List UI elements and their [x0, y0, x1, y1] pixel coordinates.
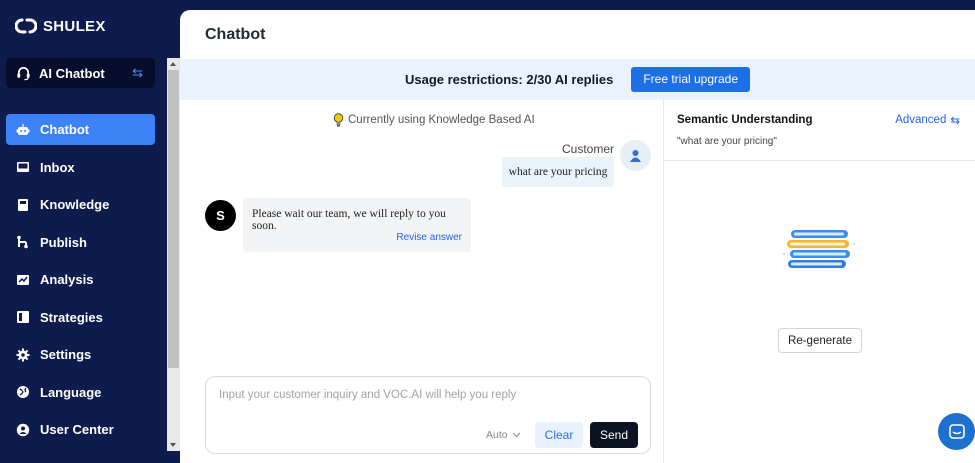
semantic-divider	[664, 160, 975, 161]
robot-icon	[16, 123, 30, 137]
composer-placeholder[interactable]: Input your customer inquiry and VOC.AI w…	[219, 389, 516, 401]
clear-button[interactable]: Clear	[535, 422, 583, 448]
ai-mode-note: Currently using Knowledge Based AI	[333, 113, 535, 127]
bot-message-text: Please wait our team, we will reply to y…	[252, 208, 446, 232]
main-panel: Chatbot Usage restrictions: 2/30 AI repl…	[180, 10, 975, 463]
sidebar-item-label: Chatbot	[40, 122, 90, 137]
sidebar-scrollbar[interactable]	[167, 58, 180, 451]
page-title: Chatbot	[205, 26, 266, 43]
usage-restriction-text: Usage restrictions: 2/30 AI replies	[404, 72, 614, 87]
message-composer[interactable]: Input your customer inquiry and VOC.AI w…	[205, 376, 651, 454]
sidebar-item-label: Analysis	[40, 272, 94, 287]
sidebar-nav: Chatbot Inbox Knowledge Publish Analysis	[6, 114, 155, 452]
sidebar-item-label: Publish	[40, 234, 87, 250]
chat-panel: Currently using Knowledge Based AI Custo…	[180, 100, 663, 463]
shulex-logo-icon	[15, 18, 37, 34]
sidebar-item-label: User Center	[40, 422, 114, 437]
chart-icon	[16, 273, 30, 287]
sidebar-item-analysis[interactable]: Analysis	[6, 264, 155, 295]
semantic-title: Semantic Understanding	[677, 114, 813, 126]
scroll-thumb[interactable]	[168, 70, 179, 368]
person-icon	[630, 149, 641, 162]
sidebar-item-label: Settings	[40, 347, 92, 362]
mode-select[interactable]: Auto	[486, 429, 521, 441]
semantic-panel: Semantic Understanding Advanced ⇆ "what …	[664, 100, 975, 463]
book-icon	[16, 198, 30, 212]
bot-message: Please wait our team, we will reply to y…	[243, 198, 471, 252]
sidebar-item-user-center[interactable]: User Center	[6, 414, 155, 445]
user-icon	[16, 423, 30, 437]
chevron-down-icon	[512, 432, 521, 438]
sidebar-item-label: Knowledge	[40, 197, 110, 212]
share-icon	[16, 235, 30, 249]
sidebar-item-knowledge[interactable]: Knowledge	[6, 189, 155, 220]
advanced-toggle[interactable]: Advanced ⇆	[895, 113, 960, 127]
ai-mode-text: Currently using Knowledge Based AI	[348, 114, 535, 126]
sidebar-item-label: Strategies	[40, 309, 103, 325]
globe-icon	[16, 385, 30, 399]
sidebar-item-language[interactable]: Language	[6, 377, 155, 408]
headset-icon	[17, 66, 30, 80]
free-trial-upgrade-button[interactable]: Free trial upgrade	[631, 67, 751, 92]
swap-icon[interactable]: ⇆	[132, 65, 143, 81]
app-switcher-label: AI Chatbot	[39, 65, 105, 81]
usage-banner: Usage restrictions: 2/30 AI replies Free…	[180, 59, 975, 100]
sidebar-item-label: Inbox	[40, 159, 75, 175]
semantic-query: "what are your pricing"	[677, 136, 777, 147]
inbox-icon	[16, 160, 30, 174]
regenerate-button[interactable]: Re-generate	[778, 328, 862, 353]
send-button[interactable]: Send	[590, 422, 638, 448]
advanced-label: Advanced	[895, 114, 947, 126]
lightbulb-icon	[333, 113, 344, 127]
bot-avatar: S	[205, 200, 236, 231]
app-switcher[interactable]: AI Chatbot ⇆	[6, 58, 155, 88]
sidebar-item-inbox[interactable]: Inbox	[6, 152, 155, 183]
chat-bubble-icon	[948, 423, 965, 439]
sidebar-item-chatbot[interactable]: Chatbot	[6, 114, 155, 145]
gear-icon	[16, 348, 30, 362]
strategy-icon	[16, 310, 30, 324]
customer-name: Customer	[561, 142, 614, 156]
customer-avatar	[620, 140, 651, 171]
sidebar-item-settings[interactable]: Settings	[6, 339, 155, 370]
books-illustration-icon	[783, 230, 855, 268]
scroll-down-arrow-icon[interactable]	[170, 443, 176, 447]
sidebar: SHULEX AI Chatbot ⇆ Chatbot Inbox Knowle…	[0, 0, 180, 463]
customer-message: what are your pricing	[502, 157, 614, 187]
sidebar-item-publish[interactable]: Publish	[6, 227, 155, 258]
revise-answer-link[interactable]: Revise answer	[396, 232, 462, 243]
scroll-up-arrow-icon[interactable]	[170, 62, 176, 66]
sidebar-item-strategies[interactable]: Strategies	[6, 302, 155, 333]
brand-name: SHULEX	[43, 17, 106, 35]
swap-icon: ⇆	[950, 115, 960, 127]
mode-select-value: Auto	[486, 429, 508, 441]
brand-logo[interactable]: SHULEX	[15, 16, 106, 36]
support-chat-widget[interactable]	[938, 413, 975, 450]
sidebar-item-label: Language	[40, 384, 102, 400]
